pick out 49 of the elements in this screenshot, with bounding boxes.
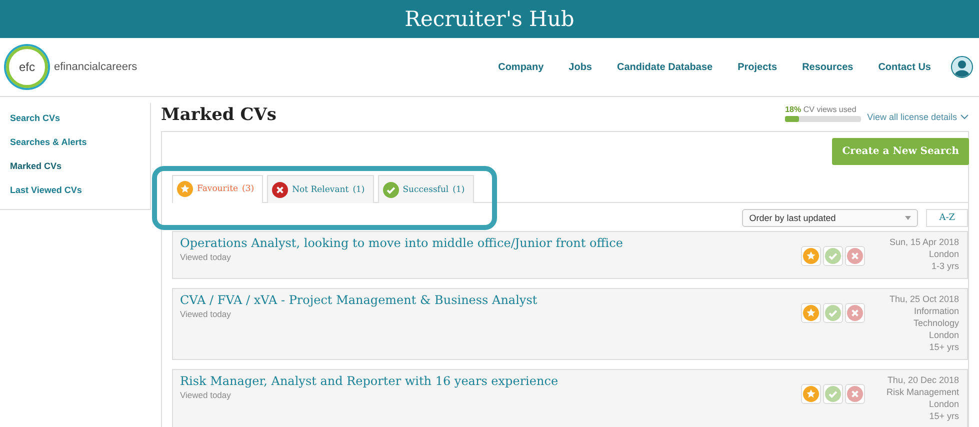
cv-title-link[interactable]: Risk Manager, Analyst and Reporter with 16 years experience bbox=[180, 374, 558, 388]
cv-detail: Technology bbox=[912, 317, 959, 329]
filter-tab[interactable]: Not Relevant (1) bbox=[267, 175, 374, 203]
nav-link[interactable]: Resources bbox=[802, 62, 854, 72]
cv-title-link[interactable]: CVA / FVA / xVA - Project Management & Business Analyst bbox=[180, 293, 538, 307]
viewed-label: Viewed today bbox=[180, 309, 232, 319]
sidebar-item[interactable]: Search CVs bbox=[0, 107, 150, 131]
nav-link[interactable]: Contact Us bbox=[878, 62, 931, 72]
chevron-down-icon bbox=[960, 114, 969, 120]
nav-link[interactable]: Company bbox=[498, 62, 544, 72]
logo-wordmark: efinancialcareers bbox=[54, 61, 138, 73]
nav-link[interactable]: Candidate Database bbox=[617, 62, 713, 72]
sidebar-item[interactable]: Searches & Alerts bbox=[0, 131, 150, 155]
create-search-button[interactable]: Create a New Search bbox=[832, 138, 969, 165]
cv-card[interactable]: CVA / FVA / xVA - Project Management & Business Analyst Viewed today Thu, 25 Oct 2018 Information Technology London 15+ yrs bbox=[172, 288, 968, 360]
caret-icon bbox=[905, 216, 912, 220]
logo-mark[interactable]: efc bbox=[6, 46, 48, 88]
cv-card[interactable]: Operations Analyst, looking to move into middle office/Junior front office Viewed today Sun, 15 Apr 2018 London 1-3 yrs bbox=[172, 231, 968, 279]
cv-detail: London bbox=[928, 329, 959, 341]
user-avatar-icon[interactable] bbox=[951, 56, 973, 78]
license-details-link[interactable]: View all license details bbox=[867, 112, 969, 122]
cv-detail: 1-3 yrs bbox=[930, 260, 959, 272]
cv-detail: 15+ yrs bbox=[928, 341, 959, 353]
nav-link[interactable]: Jobs bbox=[568, 62, 592, 72]
usage-label: CV views used bbox=[803, 105, 856, 114]
viewed-label: Viewed today bbox=[180, 390, 232, 400]
cv-card[interactable]: Risk Manager, Analyst and Reporter with 16 years experience Viewed today Thu, 20 Dec 2018 Risk Management London 15+ yrs bbox=[172, 369, 968, 427]
nav-link[interactable]: Projects bbox=[738, 62, 778, 72]
page-title: Marked CVs bbox=[161, 105, 276, 125]
cross-icon bbox=[272, 182, 288, 198]
cv-detail: London bbox=[928, 398, 959, 410]
cv-detail: London bbox=[928, 248, 959, 260]
sidebar-item[interactable]: Marked CVs bbox=[0, 155, 150, 179]
cv-detail: 15+ yrs bbox=[928, 410, 959, 422]
cv-detail: Thu, 25 Oct 2018 bbox=[888, 293, 959, 305]
cv-detail: Thu, 20 Dec 2018 bbox=[886, 374, 959, 386]
sidebar-item[interactable]: Last Viewed CVs bbox=[0, 179, 150, 203]
filter-tab[interactable]: Successful (1) bbox=[378, 175, 474, 203]
sort-az-button[interactable]: A-Z bbox=[926, 209, 968, 227]
filter-tab[interactable]: Favourite (3) bbox=[172, 175, 264, 203]
sort-dropdown[interactable]: Order by last updated bbox=[742, 209, 918, 227]
viewed-label: Viewed today bbox=[180, 252, 232, 262]
cv-detail: Sun, 15 Apr 2018 bbox=[888, 236, 959, 248]
banner-title: Recruiter's Hub bbox=[0, 0, 979, 38]
usage-percent: 18% bbox=[785, 105, 802, 114]
check-icon bbox=[382, 182, 399, 198]
cv-detail: Information bbox=[912, 305, 959, 317]
cv-title-link[interactable]: Operations Analyst, looking to move into middle office/Junior front office bbox=[180, 236, 623, 250]
cv-detail: Risk Management bbox=[885, 386, 959, 398]
